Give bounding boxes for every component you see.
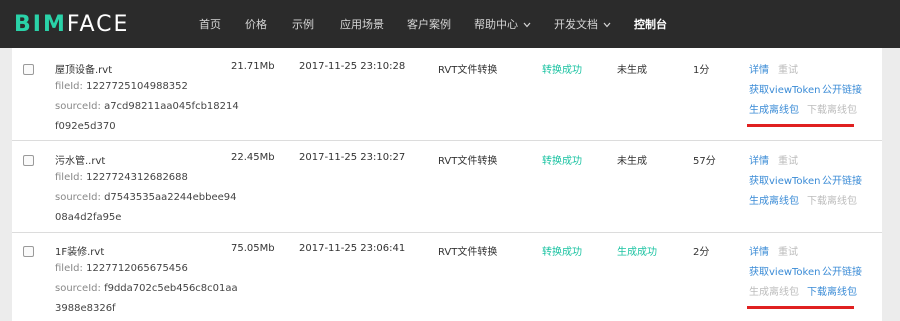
task-type: RVT文件转换 xyxy=(438,156,498,167)
annotation-underline xyxy=(747,306,854,309)
file-id-label: fileId: xyxy=(55,81,83,92)
nav-cases[interactable]: 客户案例 xyxy=(407,16,451,32)
source-id-value-cont: 3988e8326f xyxy=(55,303,116,314)
row-checkbox[interactable] xyxy=(23,64,34,75)
table-row: 屋顶设备.rvt fileId: 1227725104988352 source… xyxy=(12,48,882,140)
row-checkbox[interactable] xyxy=(23,155,34,166)
table-row: 1F装修.rvt fileId: 1227712065675456 source… xyxy=(12,233,882,321)
file-size: 21.71Mb xyxy=(231,61,275,72)
logo-face-text: FACE xyxy=(66,11,130,37)
file-id-line: fileId: 1227712065675456 xyxy=(55,263,188,274)
top-navbar: BIM FACE 首页 价格 示例 应用场景 客户案例 帮助中心 开发文档 控制台 xyxy=(0,0,900,48)
source-id-value: a7cd98211aa045fcb18214 xyxy=(104,101,239,112)
duration: 1分 xyxy=(693,65,710,76)
source-id-value-cont: 08a4d2fa95e xyxy=(55,212,122,223)
nav-dev-docs[interactable]: 开发文档 xyxy=(554,16,611,32)
offline-status: 未生成 xyxy=(617,156,647,167)
detail-link[interactable]: 详情 xyxy=(749,61,769,76)
table-row: 污水管..rvt fileId: 1227724312682688 source… xyxy=(12,141,882,232)
get-viewtoken-link[interactable]: 获取viewToken xyxy=(749,172,820,187)
public-link[interactable]: 公开链接 xyxy=(822,81,862,96)
nav-console[interactable]: 控制台 xyxy=(634,16,667,32)
task-type: RVT文件转换 xyxy=(438,65,498,76)
file-id-line: fileId: 1227725104988352 xyxy=(55,81,188,92)
offline-status: 生成成功 xyxy=(617,247,657,258)
duration: 57分 xyxy=(693,156,716,167)
logo-bim-text: BIM xyxy=(14,11,67,37)
chevron-down-icon xyxy=(603,22,611,28)
status-badge: 转换成功 xyxy=(542,156,582,167)
chevron-down-icon xyxy=(523,22,531,28)
generate-offline-link: 生成离线包 xyxy=(749,287,799,298)
file-size: 75.05Mb xyxy=(231,243,275,254)
source-id-cont: 08a4d2fa95e xyxy=(55,212,121,223)
source-id-line: sourceId: f9dda702c5eb456c8c01aa xyxy=(55,283,238,294)
retry-link: 重试 xyxy=(778,247,798,258)
file-id-line: fileId: 1227724312682688 xyxy=(55,172,188,183)
file-name: 污水管..rvt xyxy=(55,156,106,167)
download-offline-link: 下载离线包 xyxy=(807,105,857,116)
bimface-logo[interactable]: BIM FACE xyxy=(14,11,129,37)
download-offline-link[interactable]: 下载离线包 xyxy=(807,283,857,298)
offline-status: 未生成 xyxy=(617,65,647,76)
file-id-value: 1227725104988352 xyxy=(86,81,188,92)
annotation-underline xyxy=(747,124,854,127)
source-id-line: sourceId: d7543535aa2244ebbee94 xyxy=(55,192,237,203)
nav-help-center[interactable]: 帮助中心 xyxy=(474,16,531,32)
source-id-value: f9dda702c5eb456c8c01aa xyxy=(104,283,238,294)
source-id-label: sourceId: xyxy=(55,192,101,203)
file-id-value: 1227724312682688 xyxy=(86,172,188,183)
nav-scenarios[interactable]: 应用场景 xyxy=(340,16,384,32)
get-viewtoken-link[interactable]: 获取viewToken xyxy=(749,263,820,278)
nav-dev-docs-label: 开发文档 xyxy=(554,18,598,31)
source-id-value-cont: f092e5d370 xyxy=(55,121,116,132)
download-offline-link: 下载离线包 xyxy=(807,196,857,207)
status-badge: 转换成功 xyxy=(542,65,582,76)
source-id-cont: 3988e8326f xyxy=(55,303,116,314)
source-id-line: sourceId: a7cd98211aa045fcb18214 xyxy=(55,101,239,112)
upload-time: 2017-11-25 23:06:41 xyxy=(299,243,406,254)
generate-offline-link[interactable]: 生成离线包 xyxy=(749,192,799,207)
source-id-value: d7543535aa2244ebbee94 xyxy=(104,192,237,203)
status-badge: 转换成功 xyxy=(542,247,582,258)
upload-time: 2017-11-25 23:10:27 xyxy=(299,152,406,163)
detail-link[interactable]: 详情 xyxy=(749,243,769,258)
nav-examples[interactable]: 示例 xyxy=(292,16,314,32)
row-checkbox[interactable] xyxy=(23,246,34,257)
nav-help-center-label: 帮助中心 xyxy=(474,18,518,31)
file-id-label: fileId: xyxy=(55,263,83,274)
file-name: 1F装修.rvt xyxy=(55,247,105,258)
get-viewtoken-link[interactable]: 获取viewToken xyxy=(749,81,820,96)
retry-link: 重试 xyxy=(778,156,798,167)
generate-offline-link[interactable]: 生成离线包 xyxy=(749,101,799,116)
file-id-label: fileId: xyxy=(55,172,83,183)
task-type: RVT文件转换 xyxy=(438,247,498,258)
source-id-label: sourceId: xyxy=(55,283,101,294)
duration: 2分 xyxy=(693,247,710,258)
file-id-value: 1227712065675456 xyxy=(86,263,188,274)
nav-pricing[interactable]: 价格 xyxy=(245,16,267,32)
file-name: 屋顶设备.rvt xyxy=(55,65,113,76)
retry-link: 重试 xyxy=(778,65,798,76)
public-link[interactable]: 公开链接 xyxy=(822,172,862,187)
nav-home[interactable]: 首页 xyxy=(199,16,221,32)
upload-time: 2017-11-25 23:10:28 xyxy=(299,61,406,72)
file-size: 22.45Mb xyxy=(231,152,275,163)
public-link[interactable]: 公开链接 xyxy=(822,263,862,278)
file-table: 屋顶设备.rvt fileId: 1227725104988352 source… xyxy=(12,48,882,321)
source-id-cont: f092e5d370 xyxy=(55,121,116,132)
source-id-label: sourceId: xyxy=(55,101,101,112)
detail-link[interactable]: 详情 xyxy=(749,152,769,167)
